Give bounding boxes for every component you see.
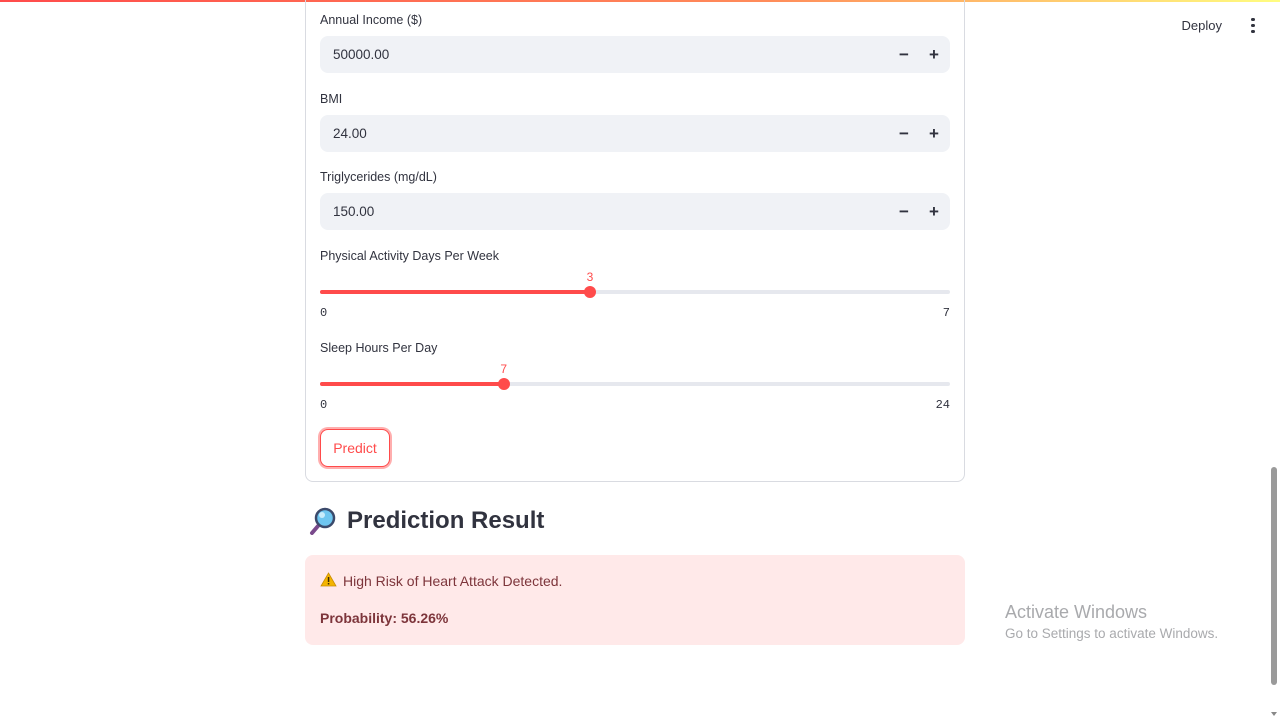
header-toolbar: Deploy: [1180, 14, 1258, 37]
triglycerides-value[interactable]: 150.00: [320, 204, 889, 219]
annual-income-decrement-button[interactable]: −: [889, 36, 919, 73]
slider-max-label: 7: [942, 306, 950, 320]
slider-current-value: 3: [586, 270, 594, 284]
scrollbar-thumb[interactable]: [1271, 467, 1277, 685]
warning-icon: [320, 572, 337, 590]
bmi-decrement-button[interactable]: −: [889, 115, 919, 152]
page-scrollbar[interactable]: [1268, 0, 1280, 719]
annual-income-label: Annual Income ($): [320, 13, 423, 27]
annual-income-value[interactable]: 50000.00: [320, 47, 889, 62]
slider-thumb[interactable]: [584, 286, 596, 298]
probability-text: Probability: 56.26%: [320, 610, 449, 626]
bmi-input[interactable]: 24.00 − +: [320, 115, 950, 152]
slider-max-label: 24: [935, 398, 950, 412]
slider-thumb[interactable]: [497, 378, 510, 390]
bmi-label: BMI: [320, 92, 343, 106]
triglycerides-label: Triglycerides (mg/dL): [320, 170, 437, 184]
slider-current-value: 7: [500, 362, 508, 376]
annual-income-input[interactable]: 50000.00 − +: [320, 36, 950, 73]
bmi-increment-button[interactable]: +: [919, 115, 949, 152]
deploy-button[interactable]: Deploy: [1180, 14, 1224, 37]
risk-alert: High Risk of Heart Attack Detected. Prob…: [305, 555, 965, 645]
triglycerides-input[interactable]: 150.00 − +: [320, 193, 950, 230]
sleep-hours-slider[interactable]: 7 0 24: [320, 362, 950, 412]
slider-fill: [320, 382, 504, 386]
scroll-down-arrow-icon[interactable]: [1271, 712, 1277, 716]
slider-fill: [320, 290, 590, 294]
slider-min-label: 0: [320, 398, 328, 412]
kebab-menu-icon[interactable]: [1248, 17, 1258, 34]
result-header: Prediction Result: [309, 507, 544, 535]
magnifying-glass-icon: [309, 507, 337, 535]
bmi-value[interactable]: 24.00: [320, 126, 889, 141]
predict-button[interactable]: Predict: [320, 429, 390, 467]
annual-income-increment-button[interactable]: +: [919, 36, 949, 73]
triglycerides-decrement-button[interactable]: −: [889, 193, 919, 230]
watermark-title: Activate Windows: [1005, 602, 1148, 622]
alert-text: High Risk of Heart Attack Detected.: [343, 573, 563, 589]
triglycerides-increment-button[interactable]: +: [919, 193, 949, 230]
activate-windows-watermark: Activate Windows Go to Settings to activ…: [1005, 602, 1218, 641]
slider-min-label: 0: [320, 306, 328, 320]
alert-message-line: High Risk of Heart Attack Detected.: [320, 572, 562, 590]
sleep-hours-label: Sleep Hours Per Day: [320, 341, 438, 355]
watermark-subtitle: Go to Settings to activate Windows.: [1005, 626, 1219, 641]
activity-days-label: Physical Activity Days Per Week: [320, 249, 499, 263]
result-title: Prediction Result: [347, 507, 545, 534]
activity-days-slider[interactable]: 3 0 7: [320, 270, 950, 320]
